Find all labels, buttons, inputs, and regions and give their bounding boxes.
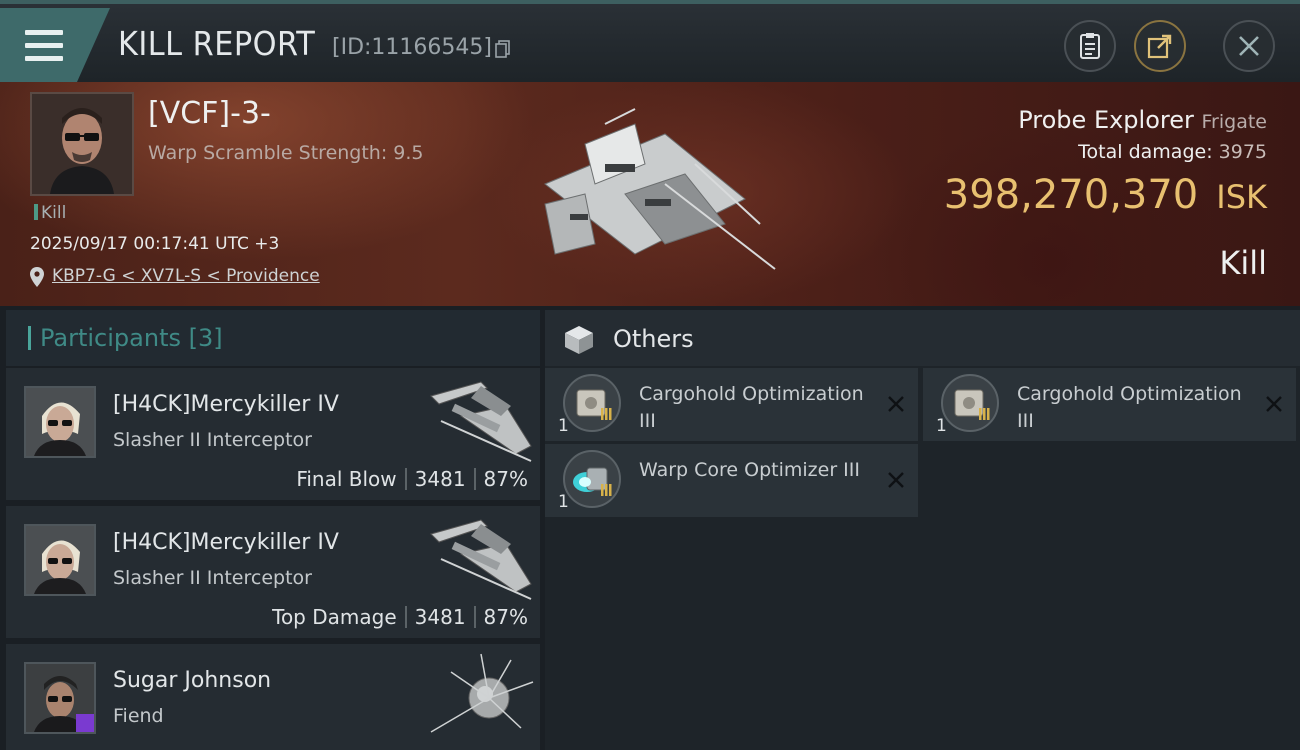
- close-button[interactable]: [1223, 20, 1275, 72]
- total-damage-label: Total damage:: [1078, 141, 1213, 163]
- total-damage: Total damage: 3975: [1078, 141, 1267, 163]
- victim-ship-class: Frigate: [1201, 111, 1267, 133]
- item-card[interactable]: 1 Warp Core Optimizer III: [545, 444, 918, 517]
- total-damage-value: 3975: [1218, 141, 1267, 163]
- kill-tag: Kill: [34, 203, 66, 223]
- participant-row[interactable]: [H4CK]Mercykiller IV Slasher II Intercep…: [6, 506, 540, 638]
- kill-datetime: 2025/09/17 00:17:41 UTC +3: [30, 234, 280, 254]
- share-button[interactable]: [1134, 20, 1186, 72]
- participant-row[interactable]: Sugar Johnson Fiend: [6, 644, 540, 750]
- kill-location[interactable]: KBP7-G < XV7L-S < Providence: [30, 266, 320, 287]
- kill-result: Kill: [1219, 244, 1267, 282]
- victim-ship[interactable]: Probe Explorer Frigate: [1018, 106, 1267, 134]
- item-quantity: 1: [558, 416, 569, 436]
- participant-avatar[interactable]: [24, 524, 96, 596]
- victim-ship-image: [544, 108, 776, 270]
- participant-ship-image: [430, 519, 532, 600]
- victim-ship-name: Probe Explorer: [1018, 106, 1194, 134]
- participant-avatar[interactable]: [24, 662, 96, 734]
- menu-button[interactable]: [0, 8, 110, 82]
- cube-icon: [565, 326, 593, 354]
- participant-damage: 3481: [414, 467, 466, 491]
- participant-row[interactable]: [H4CK]Mercykiller IV Slasher II Intercep…: [6, 368, 540, 500]
- corp-badge-icon: [76, 714, 94, 732]
- pilot-portrait-image: [32, 94, 132, 194]
- scramble-strength: Warp Scramble Strength: 9.5: [148, 142, 424, 164]
- location-link[interactable]: KBP7-G < XV7L-S < Providence: [52, 266, 320, 286]
- close-icon: [1239, 36, 1259, 56]
- participant-damage: 3481: [414, 605, 466, 629]
- item-card[interactable]: 1 Cargohold Optimization III: [923, 368, 1296, 441]
- menu-icon: [25, 30, 63, 62]
- top-bar: KILL REPORT [ID:11166545]: [0, 0, 1300, 82]
- participant-stats: Final Blow 3481 87%: [296, 467, 528, 491]
- participant-avatar[interactable]: [24, 386, 96, 458]
- item-name: Cargohold Optimization III: [639, 383, 864, 432]
- participant-name[interactable]: [H4CK]Mercykiller IV: [113, 530, 339, 555]
- others-title: Others: [613, 325, 694, 353]
- destroyed-x-icon: [888, 472, 904, 488]
- victim-portrait[interactable]: [30, 92, 134, 196]
- participants-count: [3]: [188, 324, 223, 352]
- participant-ship-image: [430, 653, 534, 733]
- participant-name[interactable]: Sugar Johnson: [113, 668, 271, 693]
- participant-name[interactable]: [H4CK]Mercykiller IV: [113, 392, 339, 417]
- others-header: Others: [545, 310, 1300, 366]
- clipboard-button[interactable]: [1064, 20, 1116, 72]
- warp-core-module-icon: [563, 450, 621, 508]
- item-name: Warp Core Optimizer III: [639, 459, 860, 481]
- report-id: [ID:11166545]: [332, 35, 492, 60]
- victim-name[interactable]: [VCF]-3-: [148, 96, 271, 131]
- participant-percent: 87%: [483, 467, 528, 491]
- isk-unit: ISK: [1216, 178, 1267, 216]
- kill-tag-label: Kill: [41, 203, 67, 223]
- destroyed-x-icon: [1266, 396, 1282, 412]
- cargohold-module-icon: [563, 374, 621, 432]
- copy-icon[interactable]: [495, 40, 511, 58]
- location-pin-icon: [30, 267, 44, 287]
- participant-ship-image: [430, 381, 532, 462]
- isk-amount: 398,270,370: [943, 172, 1199, 218]
- participant-percent: 87%: [483, 605, 528, 629]
- participant-role: Final Blow: [296, 467, 397, 491]
- item-quantity: 1: [558, 492, 569, 512]
- participant-ship: Slasher II Interceptor: [113, 429, 312, 451]
- item-card[interactable]: 1 Cargohold Optimization III: [545, 368, 918, 441]
- participants-title: Participants [3]: [40, 324, 223, 352]
- participants-header: Participants [3]: [6, 310, 540, 366]
- destroyed-x-icon: [888, 396, 904, 412]
- item-quantity: 1: [936, 416, 947, 436]
- isk-value: 398,270,370 ISK: [944, 172, 1267, 218]
- participant-role: Top Damage: [272, 605, 397, 629]
- others-list: 1 Cargohold Optimization III 1 Cargohold…: [545, 366, 1300, 750]
- participant-ship: Fiend: [113, 705, 164, 727]
- participants-panel: Participants [3] [H4CK]Mercykiller IV Sl…: [6, 310, 540, 750]
- cargohold-module-icon: [941, 374, 999, 432]
- victim-banner: [VCF]-3- Warp Scramble Strength: 9.5 Kil…: [0, 82, 1300, 306]
- share-icon: [1147, 34, 1172, 59]
- item-name: Cargohold Optimization III: [1017, 383, 1242, 432]
- participant-ship: Slasher II Interceptor: [113, 567, 312, 589]
- page-title: KILL REPORT: [118, 24, 316, 63]
- participant-stats: Top Damage 3481 87%: [272, 605, 528, 629]
- clipboard-icon: [1080, 33, 1100, 59]
